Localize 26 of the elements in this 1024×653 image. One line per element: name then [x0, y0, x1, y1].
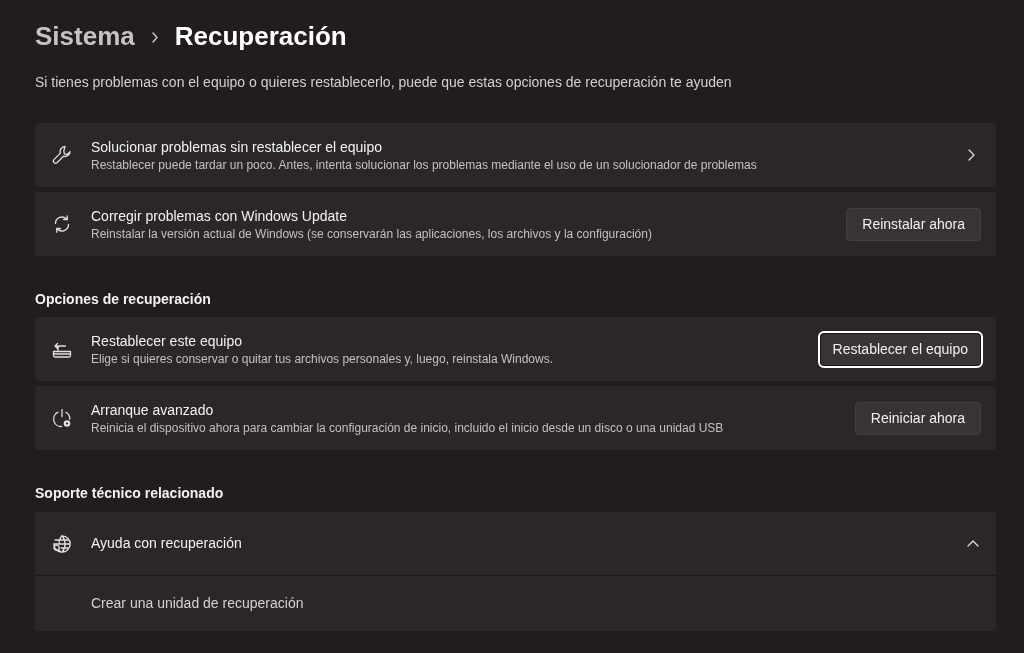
settings-row[interactable]: Solucionar problemas sin restablecer el equipo Restablecer puede tardar un poco. Antes, intenta solucionar los problemas mediante el uso de un solucionador de problemas	[35, 123, 996, 187]
page-title: Recuperación	[174, 20, 347, 52]
wrench-icon	[52, 145, 72, 165]
setting-description: Reinicia el dispositivo ahora para cambiar la configuración de inicio, incluido el inicio desde un disco o una unidad USB	[91, 419, 725, 436]
setting-description: Reinstalar la versión actual de Windows (se conservarán las aplicaciones, los archivos y la configuración)	[91, 225, 653, 242]
globe-search-icon	[52, 533, 72, 554]
action-button[interactable]: Restablecer el equipo	[817, 330, 983, 368]
chevron-right-icon	[151, 31, 158, 43]
setting-title: Corregir problemas con Windows Update	[91, 206, 348, 226]
setting-title: Restablecer este equipo	[91, 331, 243, 351]
expander-title: Ayuda con recuperación	[91, 534, 243, 553]
action-button[interactable]: Reinstalar ahora	[846, 207, 981, 241]
setting-title: Arranque avanzado	[91, 400, 215, 420]
chevron-right-icon[interactable]	[968, 149, 975, 161]
section-heading: Soporte técnico relacionado	[35, 484, 225, 503]
action-button[interactable]: Reiniciar ahora	[854, 401, 981, 435]
setting-description: Restablecer puede tardar un poco. Antes, intenta solucionar los problemas mediante el uso de un solucionador de problemas	[91, 156, 758, 173]
setting-description: Elige si quieres conservar o quitar tus archivos personales y, luego, reinstala Windows.	[91, 350, 554, 367]
page-description: Si tienes problemas con el equipo o quieres restablecerlo, puede que estas opciones de recuperación te ayuden	[35, 73, 733, 92]
power-gear-icon	[52, 408, 72, 428]
setting-title: Solucionar problemas sin restablecer el equipo	[91, 137, 384, 157]
recovery-drive-link[interactable]: Crear una unidad de recuperación	[91, 593, 304, 614]
sync-arrows-icon	[52, 214, 72, 234]
breadcrumb-link[interactable]: Sistema	[35, 20, 135, 52]
chevron-up-icon[interactable]	[967, 540, 979, 547]
section-heading: Opciones de recuperación	[35, 290, 212, 309]
